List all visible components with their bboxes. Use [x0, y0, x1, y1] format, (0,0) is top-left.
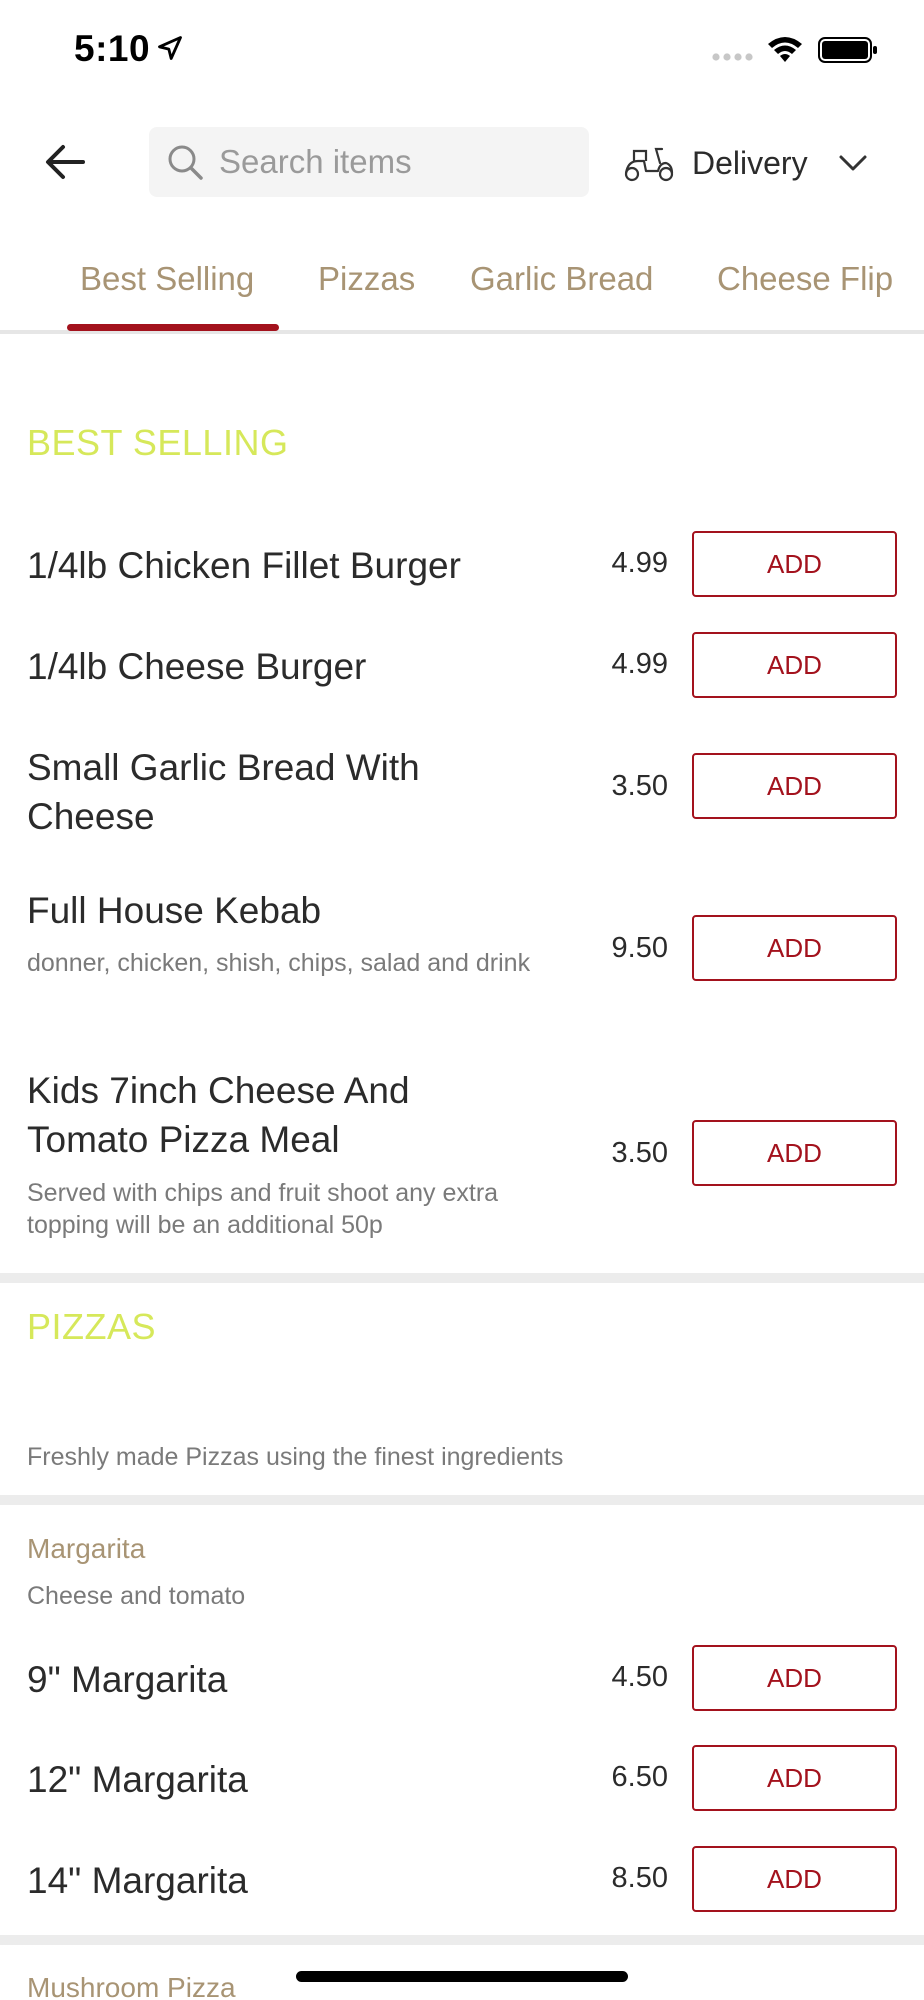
item-price: 9.50 [611, 932, 668, 964]
item-price: 3.50 [611, 770, 668, 802]
add-button[interactable]: ADD [692, 915, 897, 981]
item-name: 12" Margarita [27, 1759, 248, 1800]
group-title-mushroom-pizza: Mushroom Pizza [27, 1972, 236, 2000]
item-name: 1/4lb Chicken Fillet Burger [27, 545, 461, 586]
back-button[interactable] [38, 135, 92, 189]
location-arrow-icon [158, 36, 182, 60]
item-price: 8.50 [611, 1862, 668, 1894]
item-price: 4.99 [611, 547, 668, 579]
add-button[interactable]: ADD [692, 1120, 897, 1186]
delivery-label: Delivery [692, 144, 808, 181]
item-price: 4.50 [611, 1661, 668, 1693]
delivery-selector[interactable]: Delivery [622, 132, 882, 194]
add-button[interactable]: ADD [692, 753, 897, 819]
scooter-icon [624, 147, 674, 182]
status-time: 5:10 [74, 28, 151, 69]
section-description: Freshly made Pizzas using the finest ing… [27, 1443, 564, 1471]
tab-pizzas[interactable]: Pizzas [318, 260, 415, 298]
section-divider [0, 1935, 924, 1945]
section-title-pizzas: PIZZAS [27, 1306, 157, 1347]
arrow-left-icon [46, 145, 85, 179]
item-description: Served with chips and fruit shoot any ex… [27, 1179, 499, 1239]
search-bar[interactable] [149, 127, 589, 197]
add-button[interactable]: ADD [692, 531, 897, 597]
section-divider [0, 1495, 924, 1505]
add-button[interactable]: ADD [692, 1645, 897, 1711]
battery-icon [818, 37, 877, 63]
section-divider [0, 1273, 924, 1283]
search-icon [168, 145, 203, 180]
item-price: 6.50 [611, 1761, 668, 1793]
item-price: 3.50 [611, 1137, 668, 1169]
section-title-best-selling: BEST SELLING [27, 422, 289, 463]
item-name: 9" Margarita [27, 1659, 228, 1700]
chevron-down-icon [839, 155, 867, 171]
tab-best-selling[interactable]: Best Selling [80, 260, 254, 298]
search-input[interactable] [219, 143, 559, 181]
item-name: 1/4lb Cheese Burger [27, 646, 367, 687]
item-name: Full House Kebab [27, 890, 322, 931]
item-name: Small Garlic Bread With Cheese [27, 747, 420, 837]
home-indicator [296, 1971, 628, 1982]
tab-garlic-bread[interactable]: Garlic Bread [470, 260, 653, 298]
item-description: donner, chicken, shish, chips, salad and… [27, 949, 531, 977]
status-bar: 5:10 [0, 0, 924, 100]
group-description: Cheese and tomato [27, 1582, 246, 1610]
wifi-icon [768, 37, 802, 62]
add-button[interactable]: ADD [692, 1846, 897, 1912]
active-tab-indicator [67, 324, 279, 331]
item-name: 14" Margarita [27, 1860, 248, 1901]
add-button[interactable]: ADD [692, 632, 897, 698]
item-price: 4.99 [611, 648, 668, 680]
cellular-signal-icon [712, 53, 753, 61]
group-title-margarita: Margarita [27, 1533, 146, 1564]
tab-cheese-flip[interactable]: Cheese Flip [717, 260, 893, 298]
category-tabs: Best Selling Pizzas Garlic Bread Cheese … [0, 240, 924, 334]
item-name: Kids 7inch Cheese And Tomato Pizza Meal [27, 1070, 410, 1160]
add-button[interactable]: ADD [692, 1745, 897, 1811]
